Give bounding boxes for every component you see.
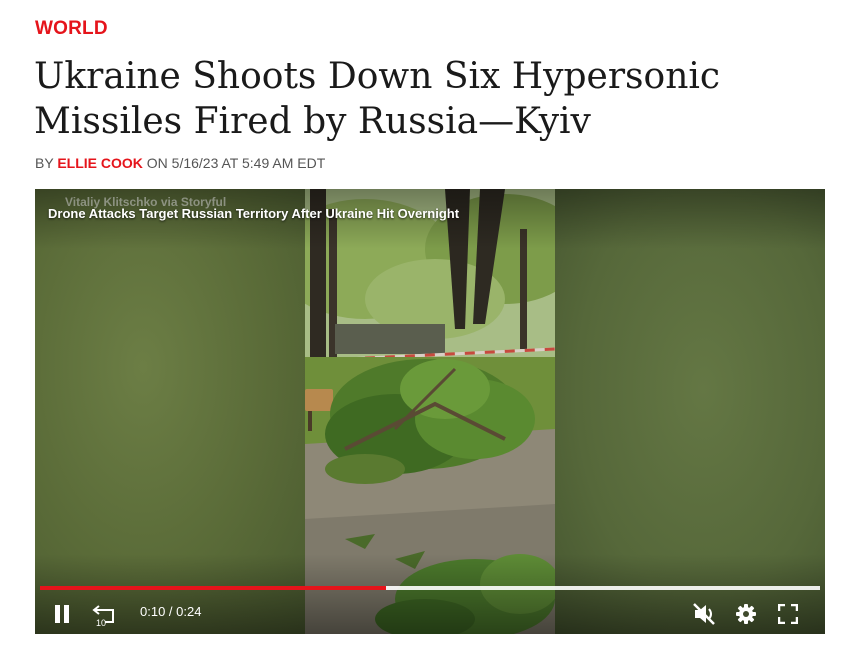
- mute-button[interactable]: [690, 600, 718, 628]
- settings-button[interactable]: [733, 601, 759, 627]
- video-progress-bar[interactable]: [40, 586, 820, 590]
- gear-icon: [736, 604, 756, 624]
- byline-prefix: BY: [35, 155, 54, 171]
- replay-10-icon: 10: [92, 605, 114, 628]
- video-player[interactable]: Vitaliy Klitschko via Storyful Drone Att…: [35, 189, 825, 634]
- category-link-world[interactable]: WORLD: [35, 18, 108, 40]
- byline-date: ON 5/16/23 AT 5:49 AM EDT: [146, 155, 326, 171]
- progress-played: [40, 586, 387, 590]
- video-controls: 10 0:10 / 0:24: [35, 594, 825, 634]
- fullscreen-icon: [778, 604, 798, 624]
- pause-icon: [55, 605, 69, 623]
- time-display: 0:10 / 0:24: [140, 604, 202, 619]
- replay-10-label: 10: [96, 618, 106, 628]
- author-link[interactable]: ELLIE COOK: [57, 155, 143, 171]
- replay-10-button[interactable]: 10: [90, 600, 120, 628]
- byline: BY ELLIE COOK ON 5/16/23 AT 5:49 AM EDT: [35, 155, 325, 171]
- pause-button[interactable]: [50, 602, 74, 626]
- fullscreen-button[interactable]: [775, 601, 801, 627]
- video-title: Drone Attacks Target Russian Territory A…: [48, 206, 460, 221]
- article-headline: Ukraine Shoots Down Six Hypersonic Missi…: [34, 56, 721, 142]
- muted-speaker-icon: [693, 603, 715, 625]
